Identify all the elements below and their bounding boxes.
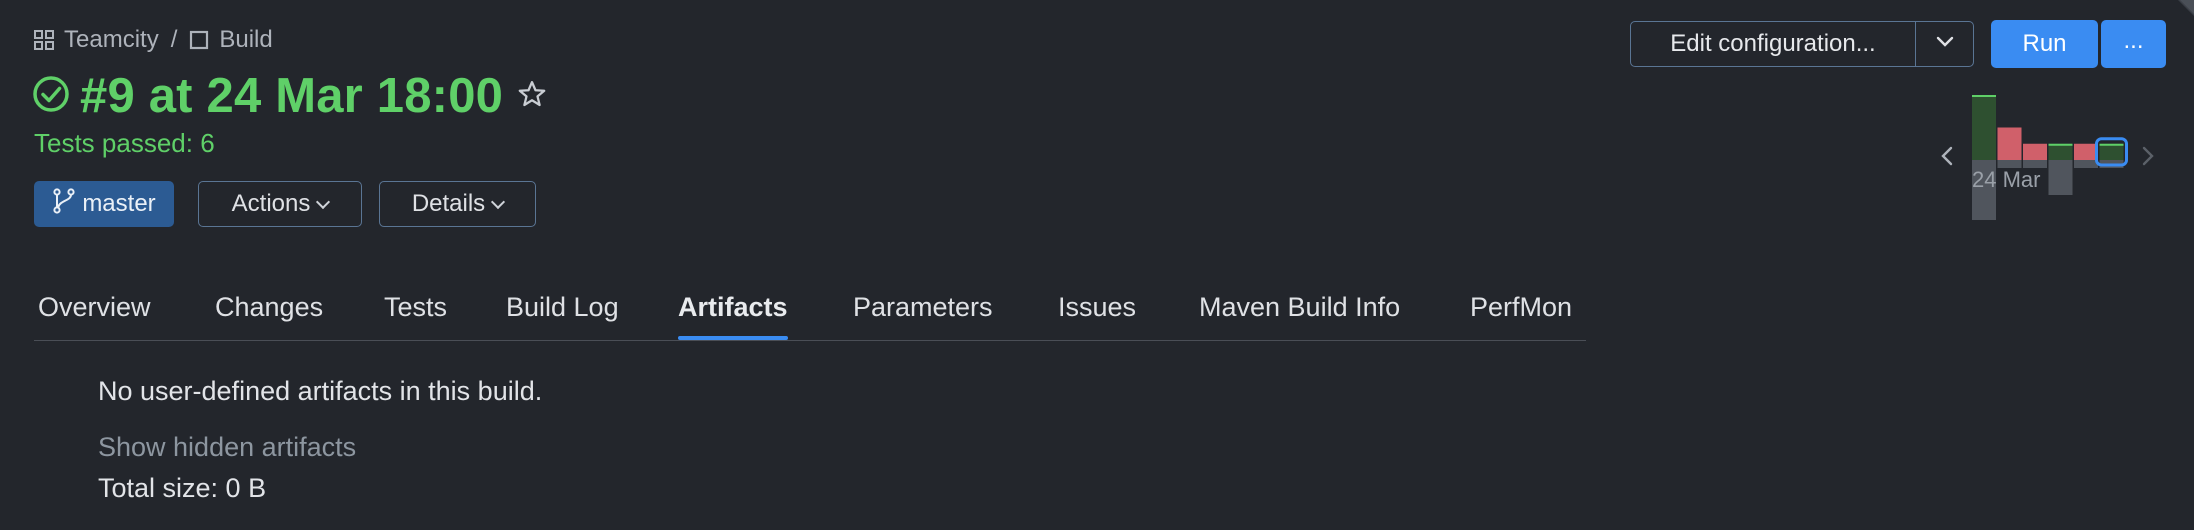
show-hidden-artifacts-link[interactable]: Show hidden artifacts [98,432,356,463]
chevron-right-icon [2141,146,2155,171]
next-builds-arrow[interactable] [2141,145,2155,172]
tab-changes[interactable]: Changes [215,292,323,323]
build-header: #9 at 24 Mar 18:00 [32,68,547,124]
edit-configuration-dropdown[interactable] [1916,22,1973,66]
mini-history-date: 24 Mar [1972,167,2040,192]
tab-tests[interactable]: Tests [384,292,447,323]
history-bar[interactable] [2099,143,2124,160]
branch-icon [52,187,76,221]
prev-builds-arrow[interactable] [1940,145,1954,172]
breadcrumb-project-link[interactable]: Teamcity [64,26,159,54]
tab-parameters[interactable]: Parameters [853,292,993,323]
actions-button[interactable]: Actions [198,181,362,227]
tab-issues[interactable]: Issues [1058,292,1136,323]
build-tabs: Overview Changes Tests Build Log Artifac… [34,290,1586,341]
breadcrumb-separator: / [170,26,178,53]
history-bar-success-top [2099,143,2124,146]
corner-fold-icon [2178,0,2194,16]
mini-build-history-chart: 24 Mar [1972,95,2128,220]
tab-artifacts[interactable]: Artifacts [678,292,788,340]
history-bar[interactable] [1997,127,2022,161]
history-bar-queue [2048,160,2073,195]
history-bar-success-top [2048,143,2073,146]
build-config-icon [189,30,209,50]
chevron-down-icon [316,194,331,209]
chevron-down-icon [491,194,506,209]
tab-perfmon[interactable]: PerfMon [1470,292,1572,323]
tab-overview[interactable]: Overview [38,292,151,323]
history-bar-queue [2074,160,2098,168]
history-bar-success-top [1972,95,1996,97]
edit-configuration-group: Edit configuration... [1630,21,1974,67]
edit-configuration-button[interactable]: Edit configuration... [1631,22,1916,66]
run-button[interactable]: Run [1991,20,2098,68]
details-label: Details [411,190,486,217]
details-button[interactable]: Details [379,181,536,227]
history-bar[interactable] [1972,95,1996,160]
chevron-left-icon [1940,146,1954,171]
breadcrumb: Teamcity / Build [34,26,273,54]
artifacts-empty-message: No user-defined artifacts in this build. [98,376,543,406]
chevron-down-icon [1936,35,1954,53]
star-icon[interactable] [517,79,547,114]
branch-label: master [82,190,156,217]
tests-passed-link[interactable]: Tests passed: 6 [34,128,215,159]
history-bar[interactable] [2023,143,2047,160]
history-bar[interactable] [2048,143,2073,160]
branch-badge[interactable]: master [34,181,174,227]
tab-maven-build-info[interactable]: Maven Build Info [1199,292,1400,323]
success-check-icon [32,75,70,118]
run-more-button[interactable]: ... [2101,20,2166,68]
artifacts-total-size: Total size: 0 B [98,473,267,503]
actions-label: Actions [231,190,311,217]
history-bar[interactable] [2074,143,2098,160]
tab-build-log[interactable]: Build Log [506,292,619,323]
breadcrumb-build-config-link[interactable]: Build [219,26,272,54]
project-grid-icon [34,30,54,50]
build-title: #9 at 24 Mar 18:00 [80,69,504,123]
